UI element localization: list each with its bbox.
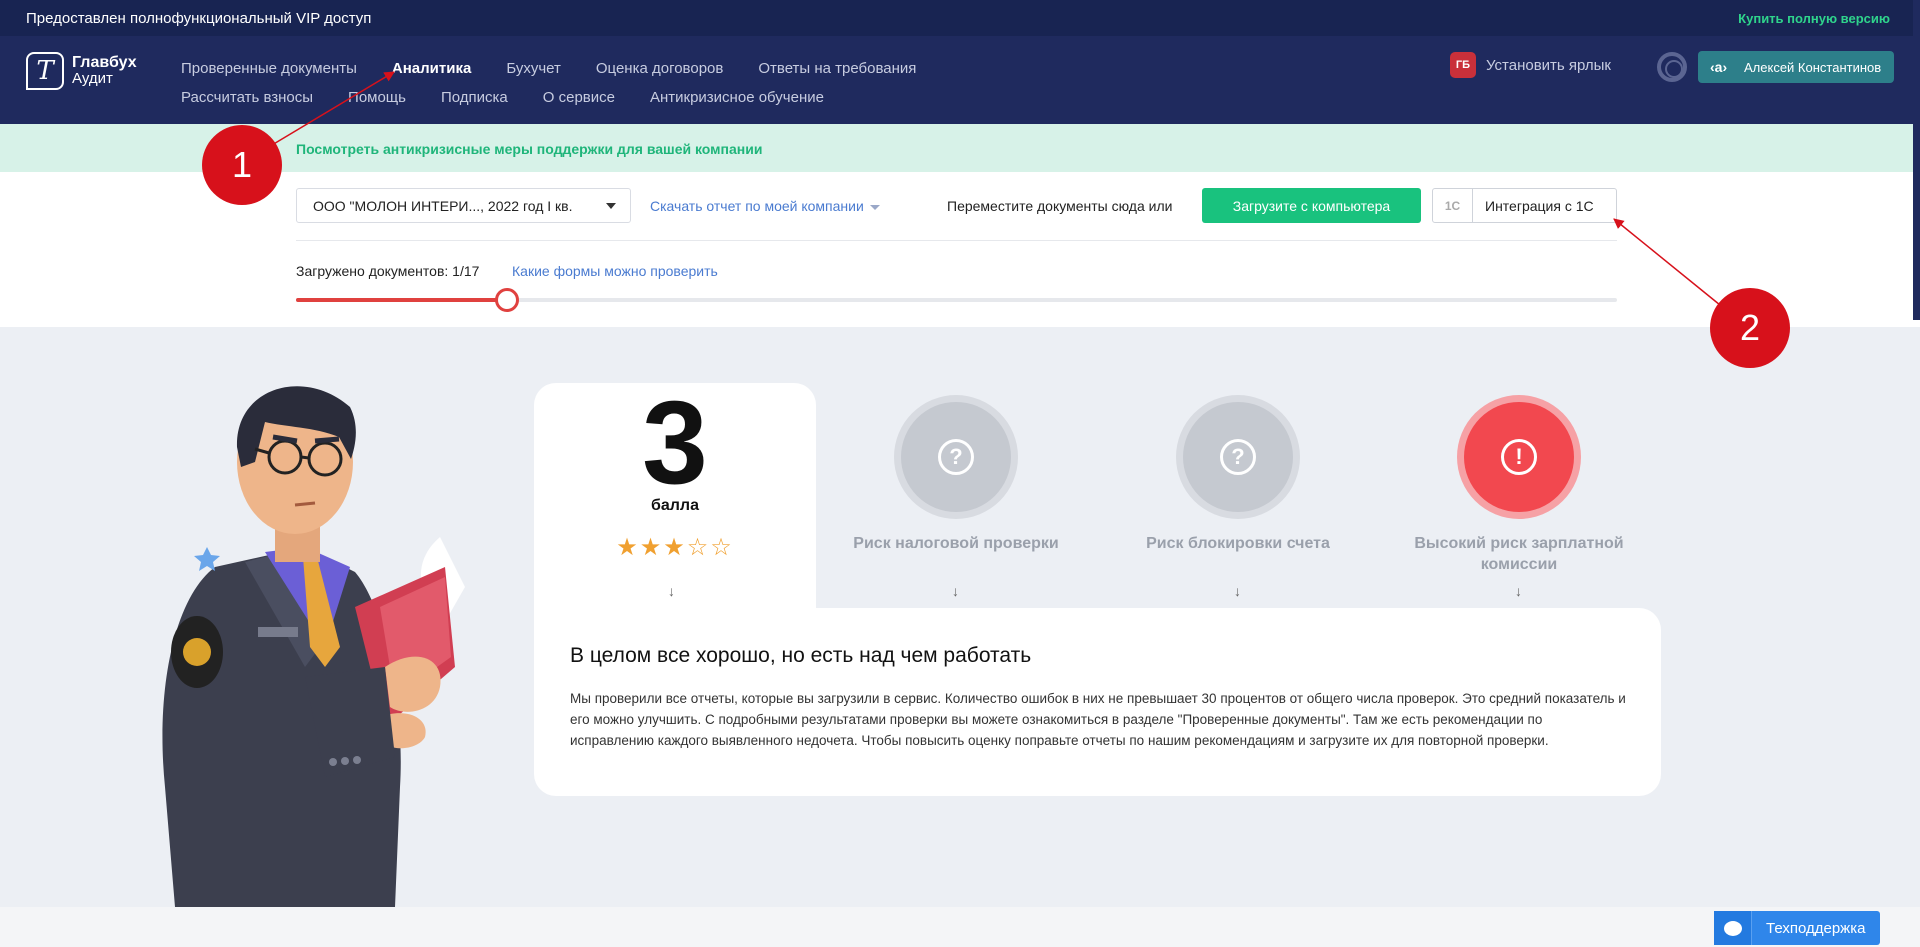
nav-row-2: Рассчитать взносы Помощь Подписка О серв… (181, 83, 981, 112)
risk-indicator: ! (1457, 395, 1581, 519)
nav-item-calculate-contributions[interactable]: Рассчитать взносы (181, 89, 313, 106)
main-nav: Проверенные документы Аналитика Бухучет … (181, 54, 981, 112)
summary-text: Мы проверили все отчеты, которые вы загр… (570, 691, 1626, 748)
scrollbar[interactable] (1913, 0, 1920, 320)
nav-item-checked-documents[interactable]: Проверенные документы (181, 60, 357, 77)
arrow-down-icon: ↓ (1234, 583, 1241, 599)
risk-salary-commission[interactable]: ! Высокий риск зарплатной комиссии (1404, 395, 1634, 575)
integration-1c-button[interactable]: 1С Интеграция с 1С (1432, 188, 1617, 223)
risk-account-block[interactable]: ? Риск блокировки счета (1123, 395, 1353, 554)
company-period-select[interactable]: ООО "МОЛОН ИНТЕРИ..., 2022 год I кв. (296, 188, 631, 223)
exclamation-icon: ! (1501, 439, 1537, 475)
install-shortcut-label: Установить ярлык (1486, 56, 1611, 74)
score-value: 3 (642, 377, 708, 509)
anticrisis-support-link[interactable]: Посмотреть антикризисные меры поддержки … (296, 141, 762, 157)
risk-indicator: ? (1176, 395, 1300, 519)
tech-support-button[interactable]: Техподдержка (1714, 911, 1880, 945)
chevron-down-icon (869, 204, 880, 210)
vip-access-text: Предоставлен полнофункциональный VIP дос… (26, 10, 372, 27)
risk-label: Риск налоговой проверки (853, 535, 1059, 552)
buy-full-version-link[interactable]: Купить полную версию (1738, 11, 1890, 26)
user-account-button[interactable]: ‹a› Алексей Константинов (1698, 51, 1894, 83)
install-shortcut-button[interactable]: ГБ Установить ярлык (1450, 52, 1611, 78)
risk-indicator-inner: ? (901, 402, 1011, 512)
logo-text: Главбух Аудит (72, 55, 137, 87)
logo[interactable]: T Главбух Аудит (26, 52, 137, 90)
vip-banner: Предоставлен полнофункциональный VIP дос… (0, 0, 1920, 36)
upload-panel: ООО "МОЛОН ИНТЕРИ..., 2022 год I кв. Ска… (0, 172, 1920, 327)
shortcut-app-icon: ГБ (1450, 52, 1476, 78)
nav-item-help[interactable]: Помощь (348, 89, 406, 106)
risk-indicator: ? (894, 395, 1018, 519)
score-unit: балла (650, 497, 699, 514)
question-icon: ? (938, 439, 974, 475)
nav-item-anticrisis-training[interactable]: Антикризисное обучение (650, 89, 824, 106)
risk-tax-audit[interactable]: ? Риск налоговой проверки (841, 395, 1071, 554)
tech-support-label: Техподдержка (1766, 919, 1866, 937)
nav-item-analytics[interactable]: Аналитика (392, 60, 471, 77)
logo-title: Главбух (72, 54, 137, 71)
main-header: T Главбух Аудит Проверенные документы Ан… (0, 36, 1920, 124)
upload-progress-knob[interactable] (495, 288, 520, 312)
summary-card: В целом все хорошо, но есть над чем рабо… (534, 608, 1661, 796)
annotation-badge-1: 1 (202, 125, 282, 205)
arrow-down-icon: ↓ (952, 583, 959, 599)
upload-progress-track (296, 288, 1617, 312)
analytics-main: 3 балла ★★★☆☆ ↓ ? Риск налоговой проверк… (0, 327, 1920, 907)
anticrisis-promo-banner: Посмотреть антикризисные меры поддержки … (0, 124, 1920, 172)
lifebuoy-icon[interactable] (1657, 52, 1687, 82)
integration-1c-label: Интеграция с 1С (1485, 197, 1594, 214)
inspector-illustration (162, 386, 465, 907)
download-report-link[interactable]: Скачать отчет по моей компании (650, 198, 880, 214)
summary-title: В целом все хорошо, но есть над чем рабо… (570, 644, 1032, 667)
risk-label: Высокий риск зарплатной комиссии (1414, 535, 1624, 573)
chevron-down-icon (606, 203, 616, 209)
risk-label: Риск блокировки счета (1146, 535, 1330, 552)
upload-progress-fill (296, 298, 508, 302)
chat-icon (1714, 911, 1752, 945)
nav-item-subscription[interactable]: Подписка (441, 89, 508, 106)
user-account-icon: ‹a› (1710, 59, 1728, 75)
logo-subtitle: Аудит (72, 70, 113, 87)
documents-loaded-count: Загружено документов: 1/17 (296, 263, 480, 279)
risk-indicator-inner: ! (1464, 402, 1574, 512)
footer-strip (0, 907, 1920, 947)
1c-logo-icon: 1С (1433, 189, 1473, 222)
divider (296, 240, 1617, 241)
arrow-down-icon: ↓ (1515, 583, 1522, 599)
score-card: 3 балла ★★★☆☆ ↓ (534, 383, 816, 613)
nav-item-about[interactable]: О сервисе (543, 89, 615, 106)
nav-item-contract-evaluation[interactable]: Оценка договоров (596, 60, 724, 77)
glavbukh-logo-icon: T (26, 52, 64, 90)
nav-item-requirement-answers[interactable]: Ответы на требования (758, 60, 916, 77)
which-forms-link[interactable]: Какие формы можно проверить (512, 263, 718, 279)
drop-zone-text: Переместите документы сюда или (947, 198, 1173, 214)
question-icon: ? (1220, 439, 1256, 475)
nav-row-1: Проверенные документы Аналитика Бухучет … (181, 54, 981, 83)
risk-indicator-inner: ? (1183, 402, 1293, 512)
company-period-value: ООО "МОЛОН ИНТЕРИ..., 2022 год I кв. (313, 197, 573, 214)
annotation-badge-2: 2 (1710, 288, 1790, 368)
upload-from-computer-button[interactable]: Загрузите с компьютера (1202, 188, 1421, 223)
download-report-label: Скачать отчет по моей компании (650, 198, 864, 214)
score-stars: ★★★☆☆ (616, 534, 734, 561)
user-name: Алексей Константинов (1744, 59, 1882, 75)
arrow-down-icon: ↓ (668, 583, 675, 599)
nav-item-accounting[interactable]: Бухучет (506, 60, 561, 77)
